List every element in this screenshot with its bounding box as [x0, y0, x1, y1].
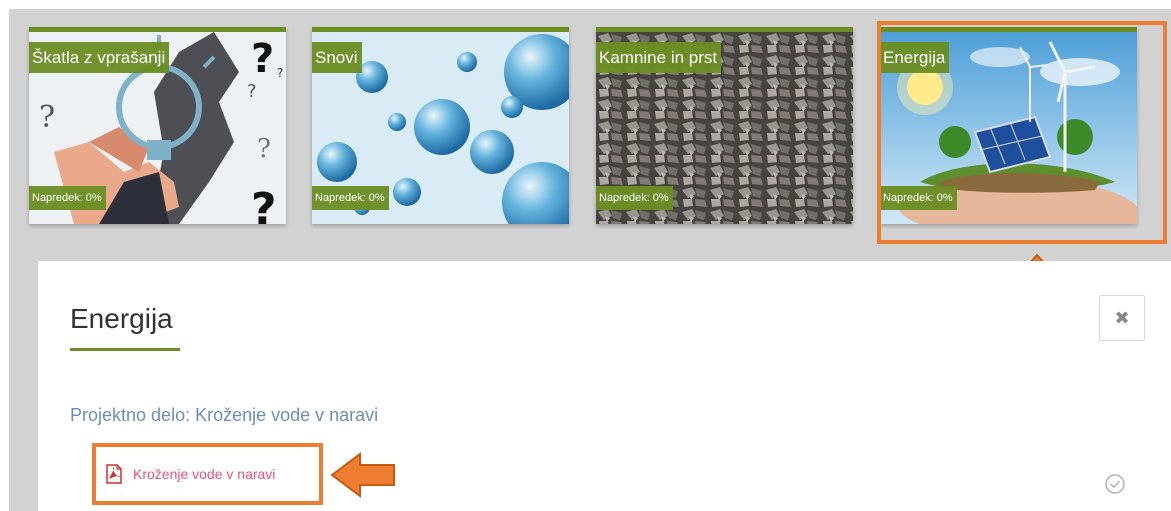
close-button[interactable]: ✖ — [1099, 295, 1145, 341]
close-icon: ✖ — [1114, 307, 1130, 329]
svg-text:?: ? — [251, 36, 274, 82]
panel-title: Energija — [70, 303, 173, 334]
topic-tile-skatla[interactable]: ? ? ? ? ? ? Škatla z vprašanji Napredek:… — [29, 27, 286, 224]
svg-text:?: ? — [257, 134, 271, 164]
section-title[interactable]: Projektno delo: Kroženje vode v naravi — [70, 403, 378, 427]
arrow-left-icon — [330, 452, 395, 498]
svg-text:?: ? — [39, 100, 55, 135]
highlight-frame-tile — [877, 21, 1167, 244]
tile-progress-badge: Napredek: 0% — [29, 186, 106, 210]
title-underline — [70, 348, 180, 351]
topic-tile-kamnine[interactable]: Kamnine in prst Napredek: 0% — [596, 27, 853, 224]
svg-text:?: ? — [277, 66, 283, 80]
highlight-frame-resource — [92, 443, 323, 505]
tile-progress-badge: Napredek: 0% — [596, 186, 673, 210]
svg-text:?: ? — [247, 81, 257, 102]
tile-progress-badge: Napredek: 0% — [312, 186, 389, 210]
tile-title: Kamnine in prst — [596, 42, 722, 73]
tile-title: Škatla z vprašanji — [29, 42, 170, 73]
svg-text:?: ? — [251, 184, 277, 224]
topic-tile-snovi[interactable]: Snovi Napredek: 0% — [312, 27, 569, 224]
tile-title: Snovi — [312, 42, 362, 73]
completion-check-icon[interactable] — [1104, 473, 1126, 495]
